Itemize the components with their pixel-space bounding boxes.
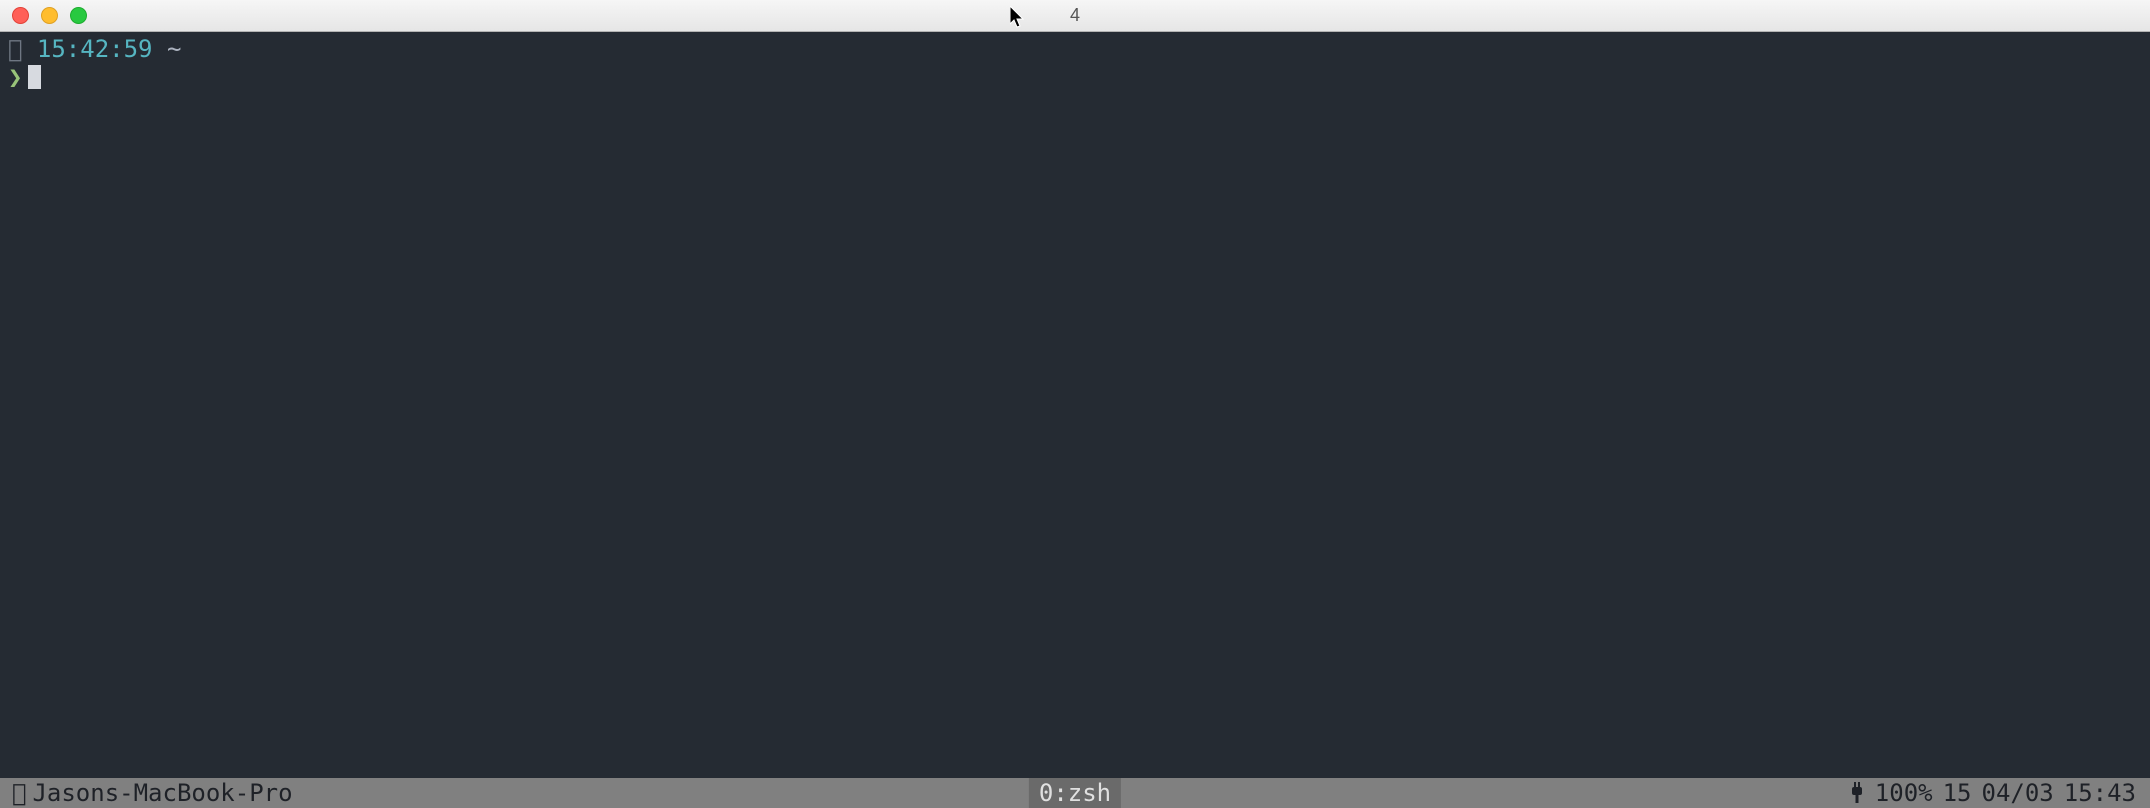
statusbar-right: 100% 15 04/03 15:43 [1849,779,2150,807]
session-label: 0:zsh [1039,779,1111,807]
apple-icon:  [8,36,37,64]
prompt-context-line:  15:42:59 ~ [8,36,2142,64]
battery-percent: 100% [1875,779,1933,807]
hostname: Jasons-MacBook-Pro [32,779,292,807]
status-day: 15 [1943,779,1972,807]
apple-icon:  [12,779,26,807]
titlebar: 4 [0,0,2150,32]
prompt-time: 15:42:59 [37,36,153,64]
status-date: 04/03 [1982,779,2054,807]
prompt-input-line[interactable]: ❯ [8,64,2142,92]
zoom-button[interactable] [70,7,87,24]
terminal-area[interactable]:  15:42:59 ~ ❯ [0,32,2150,778]
window-title: 4 [1070,5,1080,26]
close-button[interactable] [12,7,29,24]
traffic-lights [12,7,87,24]
statusbar-session[interactable]: 0:zsh [1029,778,1121,808]
statusbar-left:  Jasons-MacBook-Pro [0,779,293,807]
tmux-statusbar:  Jasons-MacBook-Pro 0:zsh 100% 15 04/03… [0,778,2150,808]
prompt-symbol: ❯ [8,64,22,92]
minimize-button[interactable] [41,7,58,24]
mouse-cursor-icon [1010,6,1028,30]
prompt-path: ~ [153,36,182,64]
text-cursor [28,65,41,89]
power-plug-icon [1849,782,1865,804]
status-clock: 15:43 [2064,779,2136,807]
